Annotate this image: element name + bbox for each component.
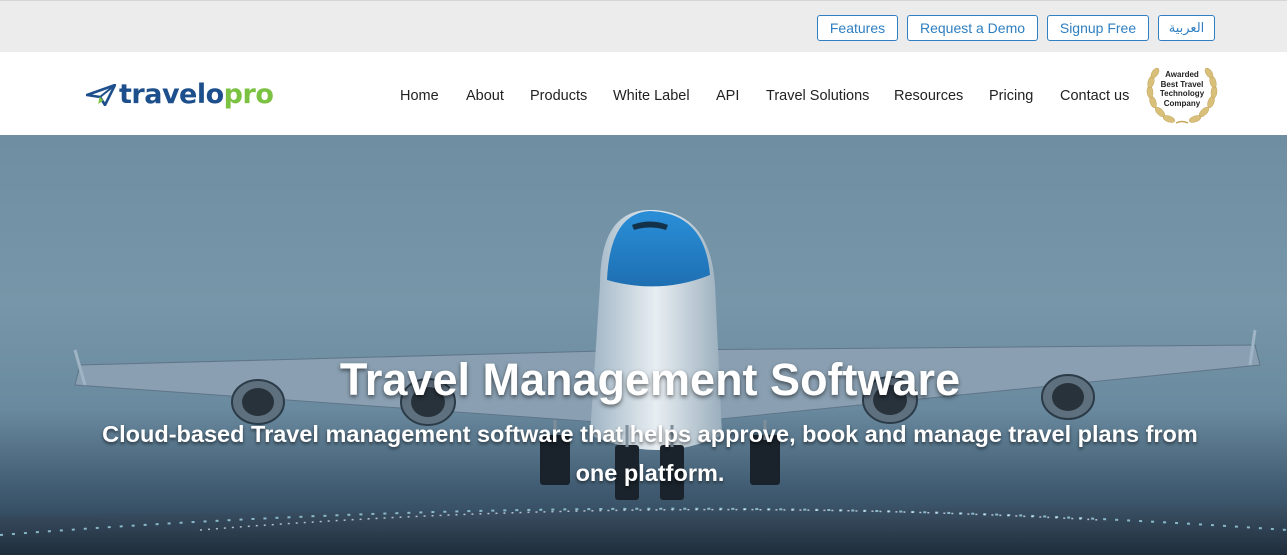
arabic-language-button[interactable]: العربية [1158,15,1215,41]
features-button[interactable]: Features [817,15,898,41]
award-line-3: Technology [1159,89,1205,98]
top-utility-bar: Features Request a Demo Signup Free العر… [0,0,1287,52]
nav-item-white-label[interactable]: White Label [613,86,690,106]
nav-item-resources[interactable]: Resources [894,86,963,106]
nav-item-about[interactable]: About [466,86,504,106]
nav-item-home[interactable]: Home [400,86,439,106]
hero-banner: Travel Management Software Cloud-based T… [0,135,1287,555]
award-line-1: Awarded [1165,70,1199,79]
award-badge-text: Awarded Best Travel Technology Company [1155,70,1209,108]
main-header: travelopro Home About Products White Lab… [0,52,1287,135]
nav-item-travel-solutions[interactable]: Travel Solutions [766,86,869,106]
logo-wordmark-part1: travelo [119,79,224,110]
logo-wordmark-part2: pro [223,79,274,110]
nav-item-products[interactable]: Products [530,86,587,106]
signup-free-button[interactable]: Signup Free [1047,15,1149,41]
travelopro-logo[interactable]: travelopro [86,80,326,110]
paper-plane-icon [86,84,116,106]
hero-title: Travel Management Software [339,354,961,405]
award-line-4: Company [1163,98,1201,108]
request-demo-button[interactable]: Request a Demo [907,15,1038,41]
award-line-2: Best Travel [1160,79,1204,89]
award-badge: Awarded Best Travel Technology Company [1143,60,1221,128]
nav-item-contact-us[interactable]: Contact us [1060,86,1129,106]
nav-item-pricing[interactable]: Pricing [989,86,1033,106]
nav-item-api[interactable]: API [716,86,739,106]
logo-wordmark: travelopro [119,79,274,110]
hero-subtitle: Cloud-based Travel management software t… [102,421,1198,486]
